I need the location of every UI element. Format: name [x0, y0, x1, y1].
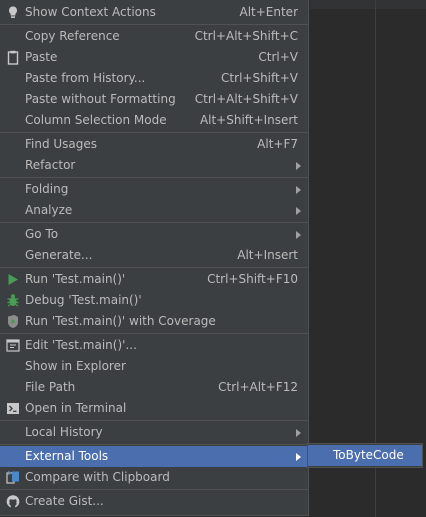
menu-item-label: Show in Explorer: [25, 359, 126, 373]
menu-item-label: Local History: [25, 425, 103, 439]
debug-icon: [5, 293, 21, 308]
menu-item-shortcut: Alt+Shift+Insert: [199, 113, 298, 127]
menu-item-label: Copy Reference: [25, 29, 120, 43]
menu-item-shortcut: Ctrl+V: [258, 50, 298, 64]
menu-item-label: Column Selection Mode: [25, 113, 167, 127]
menu-separator: [0, 489, 308, 490]
menu-separator: [0, 444, 308, 445]
menu-item-shortcut: Alt+Insert: [237, 248, 298, 262]
menu-item-run[interactable]: Run 'Test.main()' Ctrl+Shift+F10: [0, 269, 308, 290]
menu-item-shortcut: Ctrl+Alt+Shift+C: [194, 29, 298, 43]
menu-item-label: Show Context Actions: [25, 5, 156, 19]
menu-item-label: Find Usages: [25, 137, 98, 151]
menu-item-show-in-explorer[interactable]: Show in Explorer: [0, 356, 308, 377]
submenu-item-label: ToByteCode: [333, 448, 404, 462]
lightbulb-icon: [5, 5, 21, 20]
menu-item-label: Paste from History...: [25, 71, 146, 85]
menu-item-run-with-coverage[interactable]: Run 'Test.main()' with Coverage: [0, 311, 308, 332]
menu-item-refactor[interactable]: Refactor: [0, 155, 308, 176]
menu-item-file-path[interactable]: File Path Ctrl+Alt+F12: [0, 377, 308, 398]
menu-item-shortcut: Ctrl+Alt+Shift+V: [194, 92, 298, 106]
menu-item-label: Run 'Test.main()' with Coverage: [25, 314, 216, 328]
menu-item-label: Run 'Test.main()': [25, 272, 126, 286]
compare-icon: [5, 470, 21, 485]
external-tools-submenu: ToByteCode: [307, 443, 423, 468]
submenu-arrow-icon: [296, 162, 301, 170]
menu-item-find-usages[interactable]: Find Usages Alt+F7: [0, 134, 308, 155]
menu-item-label: Compare with Clipboard: [25, 470, 170, 484]
github-icon: [5, 494, 21, 509]
menu-item-analyze[interactable]: Analyze: [0, 200, 308, 221]
context-menu: Show Context Actions Alt+Enter Copy Refe…: [0, 0, 309, 516]
menu-item-label: Open in Terminal: [25, 401, 127, 415]
menu-item-shortcut: Ctrl+Shift+V: [221, 71, 298, 85]
submenu-arrow-icon: [296, 231, 301, 239]
menu-separator: [0, 222, 308, 223]
menu-item-copy-reference[interactable]: Copy Reference Ctrl+Alt+Shift+C: [0, 26, 308, 47]
menu-item-shortcut: Alt+F7: [257, 137, 298, 151]
menu-item-label: Debug 'Test.main()': [25, 293, 142, 307]
submenu-arrow-icon: [296, 429, 301, 437]
run-icon: [5, 272, 21, 287]
menu-item-debug[interactable]: Debug 'Test.main()': [0, 290, 308, 311]
submenu-arrow-icon: [296, 453, 301, 461]
editor-tab-bar: [310, 0, 426, 9]
menu-item-paste-without-formatting[interactable]: Paste without Formatting Ctrl+Alt+Shift+…: [0, 89, 308, 110]
menu-item-column-selection-mode[interactable]: Column Selection Mode Alt+Shift+Insert: [0, 110, 308, 131]
menu-item-label: External Tools: [25, 449, 109, 463]
menu-separator: [0, 267, 308, 268]
menu-item-label: Edit 'Test.main()'...: [25, 338, 137, 352]
menu-item-label: Refactor: [25, 158, 76, 172]
coverage-icon: [5, 314, 21, 329]
menu-item-label: Create Gist...: [25, 494, 104, 508]
menu-item-folding[interactable]: Folding: [0, 179, 308, 200]
menu-item-paste[interactable]: Paste Ctrl+V: [0, 47, 308, 68]
editor-area: Show Context Actions Alt+Enter Copy Refe…: [0, 0, 426, 517]
menu-item-label: Analyze: [25, 203, 73, 217]
menu-item-show-context-actions[interactable]: Show Context Actions Alt+Enter: [0, 2, 308, 23]
menu-item-shortcut: Ctrl+Shift+F10: [207, 272, 298, 286]
menu-item-shortcut: Alt+Enter: [239, 5, 298, 19]
menu-item-create-gist[interactable]: Create Gist...: [0, 491, 308, 512]
menu-item-label: Generate...: [25, 248, 93, 262]
menu-separator: [0, 333, 308, 334]
terminal-icon: [5, 401, 21, 416]
menu-separator: [0, 177, 308, 178]
menu-separator: [0, 24, 308, 25]
menu-item-generate[interactable]: Generate... Alt+Insert: [0, 245, 308, 266]
menu-item-label: Folding: [25, 182, 69, 196]
submenu-item-tobytecode[interactable]: ToByteCode: [308, 445, 422, 466]
menu-item-edit-configuration[interactable]: Edit 'Test.main()'...: [0, 335, 308, 356]
clipboard-icon: [5, 50, 21, 65]
menu-item-compare-with-clipboard[interactable]: Compare with Clipboard: [0, 467, 308, 488]
menu-item-label: Paste: [25, 50, 58, 64]
menu-item-external-tools[interactable]: External Tools: [0, 446, 308, 467]
menu-item-go-to[interactable]: Go To: [0, 224, 308, 245]
menu-item-label: Paste without Formatting: [25, 92, 176, 106]
submenu-arrow-icon: [296, 186, 301, 194]
menu-item-shortcut: Ctrl+Alt+F12: [218, 380, 298, 394]
menu-separator: [0, 132, 308, 133]
menu-separator: [0, 420, 308, 421]
edit-config-icon: [5, 338, 21, 353]
menu-item-label: Go To: [25, 227, 59, 241]
menu-item-local-history[interactable]: Local History: [0, 422, 308, 443]
menu-item-label: File Path: [25, 380, 76, 394]
menu-item-open-in-terminal[interactable]: Open in Terminal: [0, 398, 308, 419]
right-margin-guide: [375, 0, 376, 517]
menu-item-paste-from-history[interactable]: Paste from History... Ctrl+Shift+V: [0, 68, 308, 89]
submenu-arrow-icon: [296, 207, 301, 215]
